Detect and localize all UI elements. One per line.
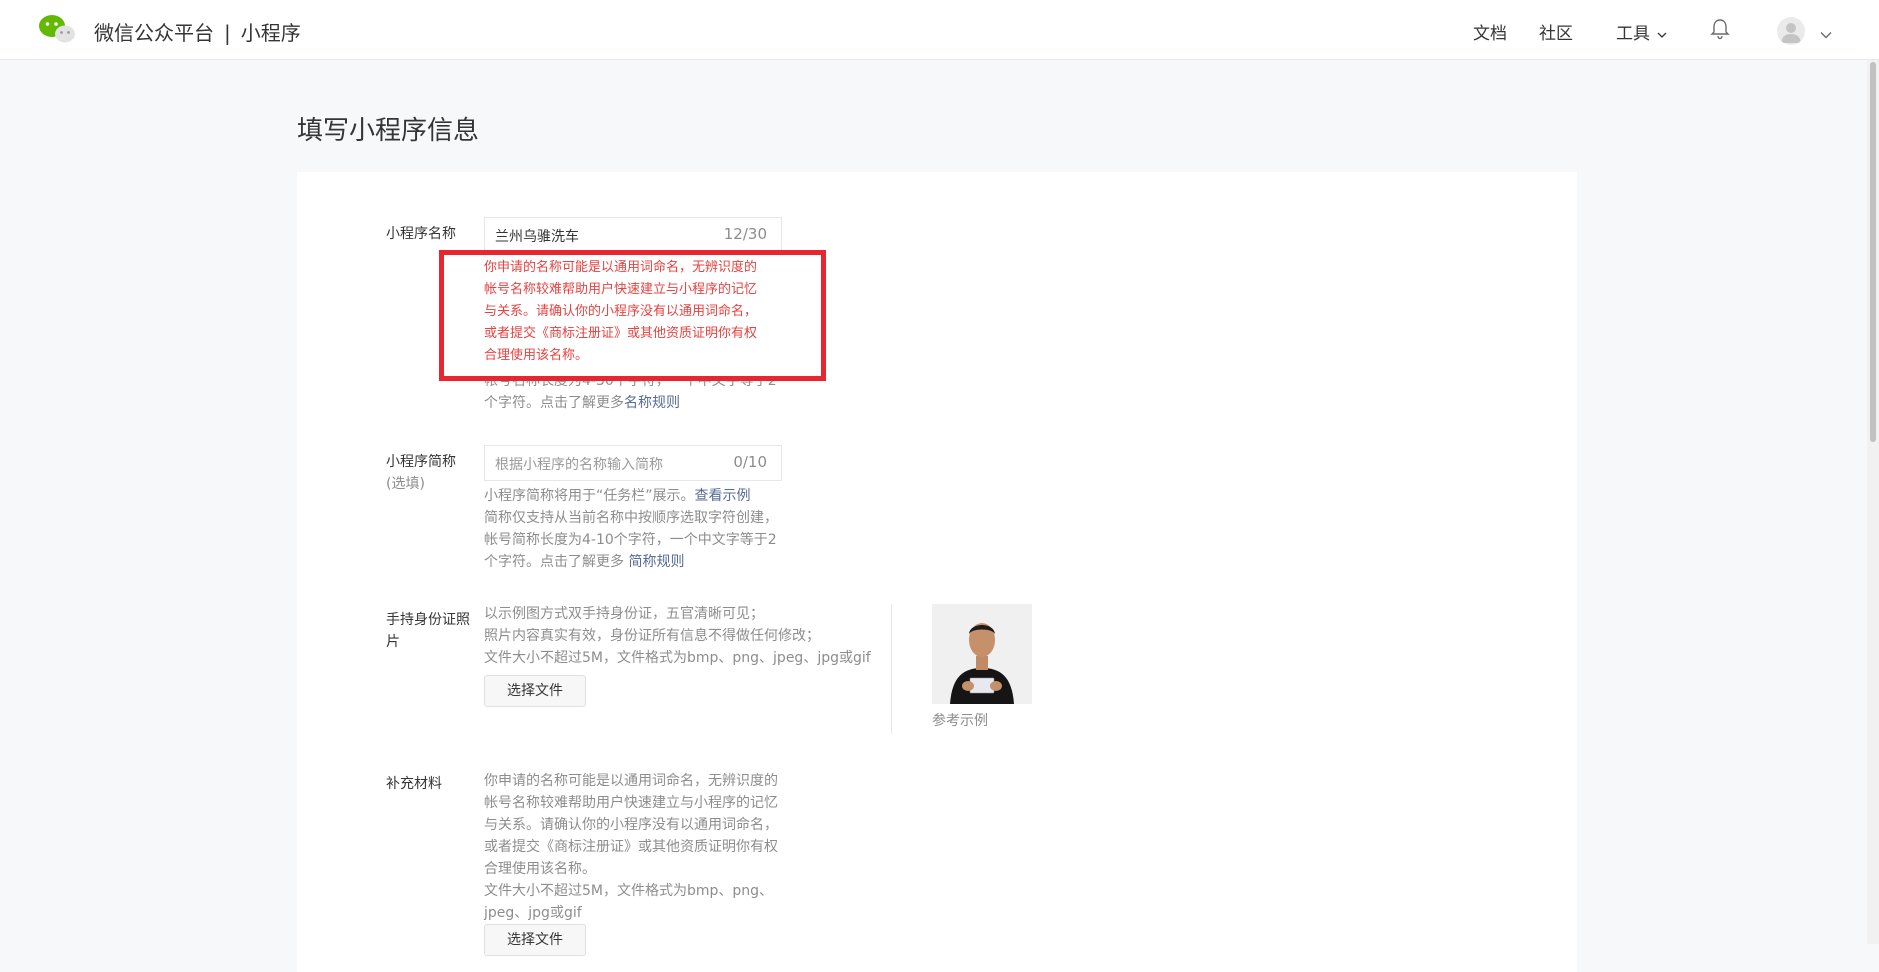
id-photo-tip: 照片内容真实有效，身份证所有信息不得做任何修改； xyxy=(484,628,820,644)
name-error-line: 或者提交《商标注册证》或其他资质证明你有权 xyxy=(484,326,758,341)
id-photo-label-line-1: 手持身份证照 xyxy=(386,612,470,628)
supplement-tip: jpeg、jpg或gif xyxy=(484,905,582,921)
supplement-tip: 文件大小不超过5M，文件格式为bmp、png、 xyxy=(484,883,774,899)
supplement-tip: 你申请的名称可能是以通用词命名，无辨识度的 xyxy=(484,773,778,789)
brand-separator: | xyxy=(224,21,231,45)
product-name: 小程序 xyxy=(240,21,301,45)
short-name-input[interactable]: 根据小程序的名称输入简称 0/10 xyxy=(484,445,782,481)
short-name-optional: (选填) xyxy=(386,476,425,492)
name-tip-prefix: 个字符。点击了解更多 xyxy=(484,395,624,411)
supplement-choose-file-button[interactable]: 选择文件 xyxy=(484,924,586,956)
short-name-tip-4-prefix: 个字符。点击了解更多 xyxy=(484,554,629,570)
id-photo-label-line-2: 片 xyxy=(386,634,400,650)
avatar-icon[interactable] xyxy=(1777,17,1805,45)
name-label: 小程序名称 xyxy=(386,226,456,242)
short-name-tips: 小程序简称将用于“任务栏”展示。查看示例 简称仅支持从当前名称中按顺序选取字符创… xyxy=(484,485,778,573)
short-name-rules-link[interactable]: 简称规则 xyxy=(628,554,684,570)
bell-icon[interactable] xyxy=(1710,18,1730,40)
name-error-line: 合理使用该名称。 xyxy=(484,348,589,363)
top-bar: 微信公众平台 | 小程序 文档 社区 工具 xyxy=(0,0,1879,60)
scrollbar-thumb[interactable] xyxy=(1870,62,1876,442)
nav-docs[interactable]: 文档 xyxy=(1473,19,1507,44)
name-tip-line-2: 个字符。点击了解更多名称规则 xyxy=(484,392,777,414)
id-photo-tip: 以示例图方式双手持身份证，五官清晰可见； xyxy=(484,606,764,622)
short-name-label: 小程序简称 (选填) xyxy=(386,451,456,495)
supplement-tip: 与关系。请确认你的小程序没有以通用词命名， xyxy=(484,817,778,833)
account-menu-chevron-icon[interactable] xyxy=(1820,24,1832,43)
name-char-count: 12/30 xyxy=(723,225,767,243)
supplement-tips: 你申请的名称可能是以通用词命名，无辨识度的 帐号名称较难帮助用户快速建立与小程序… xyxy=(484,770,778,924)
short-name-tip-line-2: 简称仅支持从当前名称中按顺序选取字符创建， xyxy=(484,510,778,526)
short-name-char-count: 0/10 xyxy=(733,453,767,471)
name-error-message: 你申请的名称可能是以通用词命名，无辨识度的 帐号名称较难帮助用户快速建立与小程序… xyxy=(484,257,757,367)
name-error-line: 与关系。请确认你的小程序没有以通用词命名， xyxy=(484,304,758,319)
sample-caption: 参考示例 xyxy=(932,713,988,729)
nav-tools[interactable]: 工具 xyxy=(1616,19,1667,44)
id-photo-choose-file-button[interactable]: 选择文件 xyxy=(484,675,586,707)
name-error-line: 帐号名称较难帮助用户快速建立与小程序的记忆 xyxy=(484,282,758,297)
platform-name[interactable]: 微信公众平台 xyxy=(94,21,214,45)
short-name-tip-line-4: 个字符。点击了解更多 简称规则 xyxy=(484,551,778,573)
supplement-tip: 帐号名称较难帮助用户快速建立与小程序的记忆 xyxy=(484,795,778,811)
name-input-value: 兰州乌骓洗车 xyxy=(495,229,579,245)
sample-photo-image[interactable] xyxy=(932,604,1032,704)
short-name-tip-line-3: 帐号简称长度为4-10个字符，一个中文字等于2 xyxy=(484,532,777,548)
nav-tools-label: 工具 xyxy=(1616,24,1650,44)
nav-community[interactable]: 社区 xyxy=(1539,19,1573,44)
name-rules-link[interactable]: 名称规则 xyxy=(624,395,680,411)
supplement-tip: 合理使用该名称。 xyxy=(484,861,596,877)
id-photo-label: 手持身份证照 片 xyxy=(386,609,470,653)
supplement-tip: 或者提交《商标注册证》或其他资质证明你有权 xyxy=(484,839,778,855)
id-photo-tips: 以示例图方式双手持身份证，五官清晰可见； 照片内容真实有效，身份证所有信息不得做… xyxy=(484,603,871,669)
name-error-line: 你申请的名称可能是以通用词命名，无辨识度的 xyxy=(484,260,758,275)
brand-title: 微信公众平台 | 小程序 xyxy=(94,17,301,46)
chevron-down-icon xyxy=(1657,24,1667,44)
id-photo-tip: 文件大小不超过5M，文件格式为bmp、png、jpeg、jpg或gif xyxy=(484,650,871,666)
short-name-tip-line-1: 小程序简称将用于“任务栏”展示。查看示例 xyxy=(484,485,778,507)
name-input[interactable]: 兰州乌骓洗车 12/30 xyxy=(484,217,782,253)
short-name-tip-prefix: 小程序简称将用于“任务栏”展示。 xyxy=(484,488,695,504)
short-name-placeholder: 根据小程序的名称输入简称 xyxy=(495,457,663,473)
view-example-link[interactable]: 查看示例 xyxy=(695,488,751,504)
short-name-label-text: 小程序简称 xyxy=(386,454,456,470)
wechat-logo-icon[interactable] xyxy=(38,14,76,44)
divider xyxy=(891,604,892,734)
supplement-label: 补充材料 xyxy=(386,776,442,792)
page-title: 填写小程序信息 xyxy=(297,116,480,146)
